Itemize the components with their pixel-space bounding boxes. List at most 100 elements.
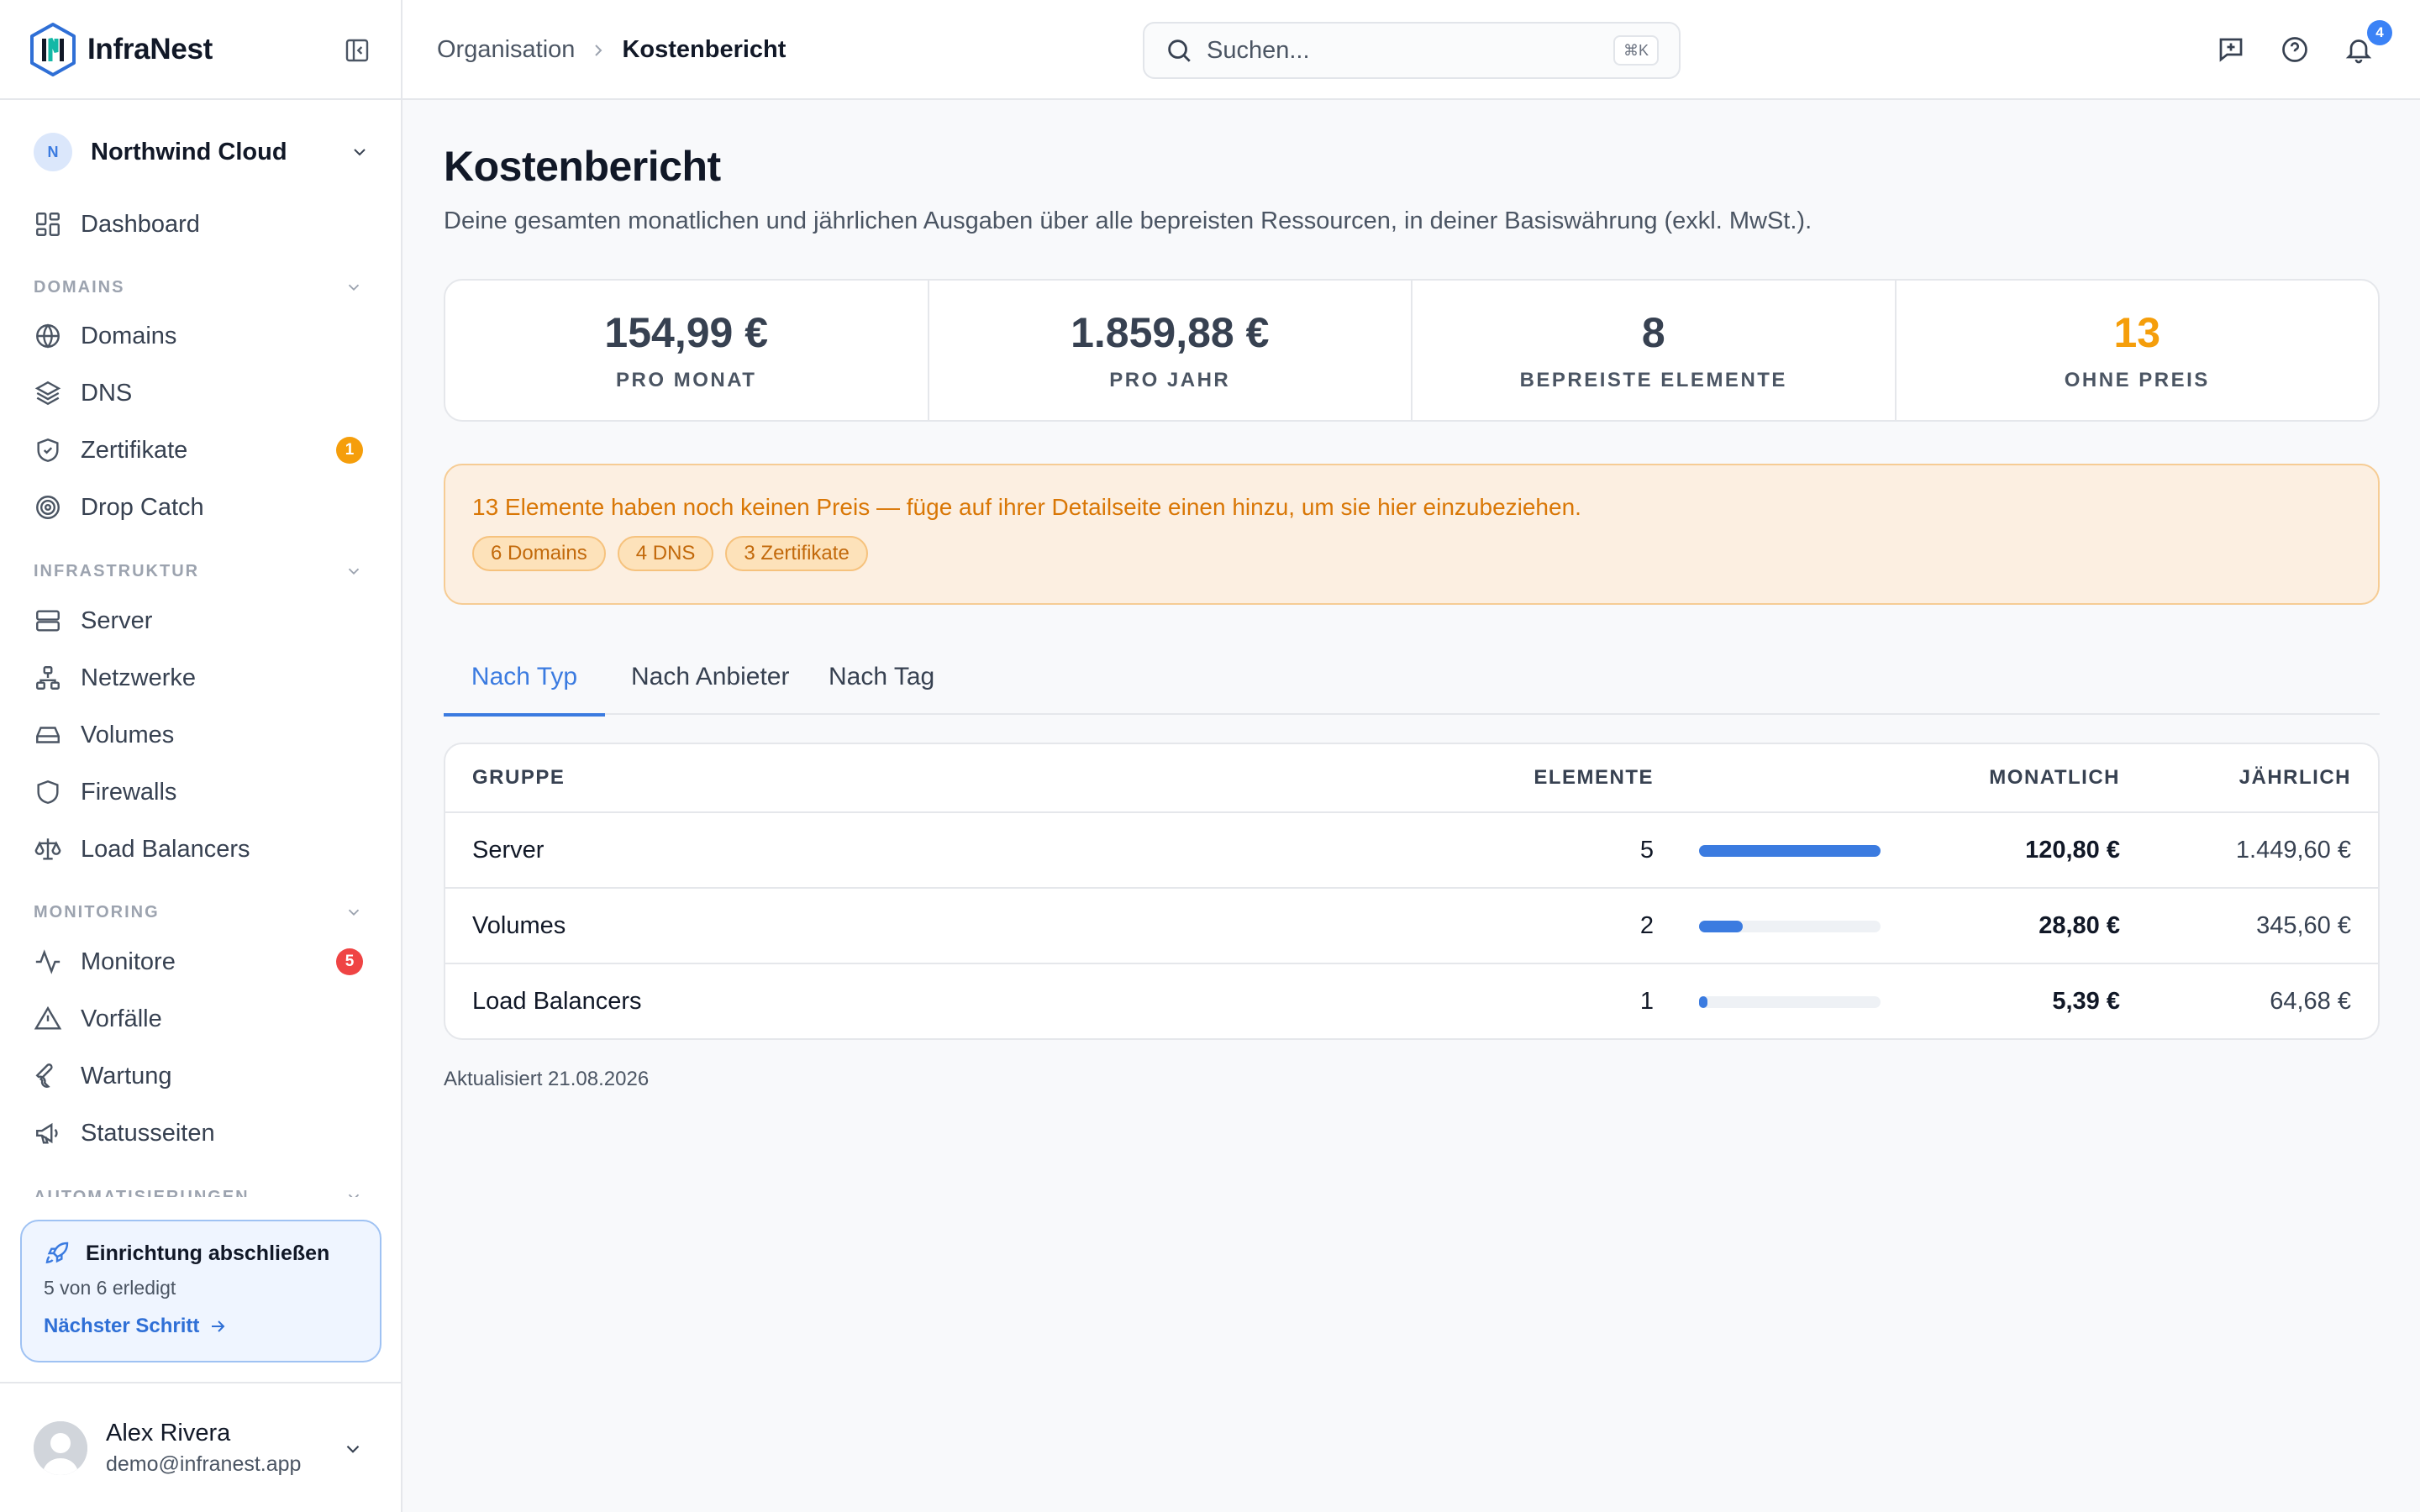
alert-pills: 6 Domains 4 DNS 3 Zertifikate	[472, 536, 2351, 571]
sidebar-item-volumes[interactable]: Volumes	[34, 712, 370, 758]
sidebar-item-label: Netzwerke	[81, 664, 196, 691]
stat-per-month: 154,99 € PRO MONAT	[445, 281, 928, 420]
chevron-down-icon	[348, 284, 360, 291]
user-name: Alex Rivera	[106, 1419, 231, 1446]
table-row[interactable]: Load Balancers 1 5,39 € 64,68 €	[445, 963, 2378, 1038]
monitors-count-badge: 5	[336, 948, 363, 975]
table-row[interactable]: Server 5 120,80 € 1.449,60 €	[445, 811, 2378, 887]
sidebar-item-certificates[interactable]: Zertifikate 1	[34, 428, 370, 473]
stat-per-year: 1.859,88 € PRO JAHR	[927, 281, 1412, 420]
sidebar-item-label: Dashboard	[81, 210, 200, 238]
brand-bar: InfraNest	[0, 0, 401, 100]
tab-by-tag[interactable]: Nach Tag	[829, 654, 934, 715]
org-switcher[interactable]: N Northwind Cloud	[34, 133, 370, 171]
sidebar-item-label: DNS	[81, 379, 133, 407]
shield-icon	[37, 780, 59, 804]
cost-table: GRUPPE ELEMENTE MONATLICH JÄHRLICH Serve…	[444, 743, 2380, 1040]
sidebar-item-status-pages[interactable]: Statusseiten	[34, 1110, 370, 1156]
sidebar-item-label: Zertifikate	[81, 436, 188, 464]
section-automation[interactable]: AUTOMATISIERUNGEN	[34, 1184, 370, 1197]
sidebar-item-monitors[interactable]: Monitore 5	[34, 939, 370, 984]
sidebar-item-firewalls[interactable]: Firewalls	[34, 769, 370, 815]
scale-icon	[34, 838, 61, 860]
hard-drive-icon	[36, 727, 60, 743]
top-header: Organisation Kostenbericht ⌘K 4	[402, 0, 2420, 100]
section-infrastructure[interactable]: INFRASTRUKTUR	[34, 559, 370, 584]
section-label: DOMAINS	[34, 277, 125, 297]
section-label: MONITORING	[34, 902, 160, 921]
section-monitoring[interactable]: MONITORING	[34, 900, 370, 925]
next-step-link[interactable]: Nächster Schritt	[44, 1315, 358, 1338]
user-menu[interactable]: Alex Rivera demo@infranest.app	[0, 1382, 401, 1512]
row-monthly: 28,80 €	[2039, 911, 2120, 939]
row-yearly: 345,60 €	[2256, 911, 2351, 939]
pill-domains[interactable]: 6 Domains	[472, 536, 606, 571]
setup-card: Einrichtung abschließen 5 von 6 erledigt…	[20, 1220, 381, 1362]
setup-title: Einrichtung abschließen	[86, 1241, 330, 1265]
breadcrumb-current: Kostenbericht	[622, 36, 786, 63]
search-input[interactable]	[1207, 36, 1576, 65]
sidebar-item-domains[interactable]: Domains	[34, 313, 370, 359]
grouping-tabs: Nach Typ Nach Anbieter Nach Tag	[444, 654, 2380, 717]
chevron-right-icon	[595, 44, 602, 56]
sidebar-item-dashboard[interactable]: Dashboard	[34, 202, 370, 247]
feedback-icon[interactable]	[2216, 34, 2246, 65]
tab-by-type[interactable]: Nach Typ	[444, 654, 605, 717]
stat-label: BEPREISTE ELEMENTE	[1519, 369, 1787, 391]
globe-icon	[36, 323, 60, 349]
help-icon[interactable]	[2280, 34, 2310, 65]
chevron-down-icon	[348, 568, 360, 575]
row-monthly: 5,39 €	[2052, 987, 2120, 1015]
section-domains[interactable]: DOMAINS	[34, 275, 370, 300]
chevron-down-icon	[348, 909, 360, 916]
pill-dns[interactable]: 4 DNS	[617, 536, 714, 571]
table-row[interactable]: Volumes 2 28,80 € 345,60 €	[445, 887, 2378, 963]
sidebar-item-networks[interactable]: Netzwerke	[34, 655, 370, 701]
wrench-icon	[35, 1063, 53, 1088]
user-email: demo@infranest.app	[106, 1452, 302, 1476]
share-bar-fill	[1699, 845, 1881, 857]
row-group: Load Balancers	[472, 987, 642, 1015]
breadcrumb: Organisation Kostenbericht	[437, 0, 786, 100]
row-items: 1	[1639, 987, 1654, 1015]
sidebar-item-dns[interactable]: DNS	[34, 370, 370, 416]
notification-badge: 4	[2367, 20, 2392, 45]
org-name: Northwind Cloud	[91, 138, 287, 165]
column-header-yearly[interactable]: JÄHRLICH	[2239, 744, 2351, 811]
sidebar-nav: Dashboard DOMAINS Domains DNS Zertifikat…	[0, 202, 401, 1197]
section-label: AUTOMATISIERUNGEN	[34, 1187, 250, 1198]
chevron-down-icon	[354, 149, 366, 156]
breadcrumb-organisation[interactable]: Organisation	[437, 36, 575, 64]
column-header-group[interactable]: GRUPPE	[472, 744, 565, 811]
network-icon	[36, 666, 60, 690]
sidebar-item-label: Drop Catch	[81, 493, 204, 521]
stat-value: 13	[2113, 309, 2161, 356]
share-bar	[1699, 845, 1881, 857]
last-updated: Aktualisiert 21.08.2026	[444, 1068, 650, 1090]
app-name: InfraNest	[87, 32, 213, 66]
pill-certificates[interactable]: 3 Zertifikate	[725, 536, 868, 571]
sidebar: InfraNest N Northwind Cloud Dashboard DO…	[0, 0, 402, 1512]
section-label: INFRASTRUKTUR	[34, 561, 200, 580]
stat-label: OHNE PREIS	[2064, 369, 2210, 391]
column-header-monthly[interactable]: MONATLICH	[1989, 744, 2120, 811]
summary-stats: 154,99 € PRO MONAT 1.859,88 € PRO JAHR 8…	[444, 279, 2380, 422]
sidebar-item-label: Wartung	[81, 1062, 172, 1089]
infranest-logo-icon[interactable]	[29, 22, 77, 77]
share-bar	[1699, 921, 1881, 932]
sidebar-item-label: Load Balancers	[81, 835, 250, 863]
next-step-label: Nächster Schritt	[44, 1315, 200, 1337]
sidebar-item-server[interactable]: Server	[34, 598, 370, 643]
chevron-down-icon	[346, 1445, 360, 1453]
search-box[interactable]: ⌘K	[1143, 22, 1681, 79]
share-bar-fill	[1699, 996, 1707, 1008]
collapse-sidebar-icon[interactable]	[344, 37, 371, 64]
page-title: Kostenbericht	[444, 143, 721, 190]
rocket-icon	[45, 1242, 69, 1264]
sidebar-item-load-balancers[interactable]: Load Balancers	[34, 827, 370, 872]
sidebar-item-drop-catch[interactable]: Drop Catch	[34, 485, 370, 530]
tab-by-provider[interactable]: Nach Anbieter	[631, 654, 789, 715]
sidebar-item-maintenance[interactable]: Wartung	[34, 1053, 370, 1099]
column-header-items[interactable]: ELEMENTE	[1534, 744, 1654, 811]
sidebar-item-incidents[interactable]: Vorfälle	[34, 996, 370, 1042]
